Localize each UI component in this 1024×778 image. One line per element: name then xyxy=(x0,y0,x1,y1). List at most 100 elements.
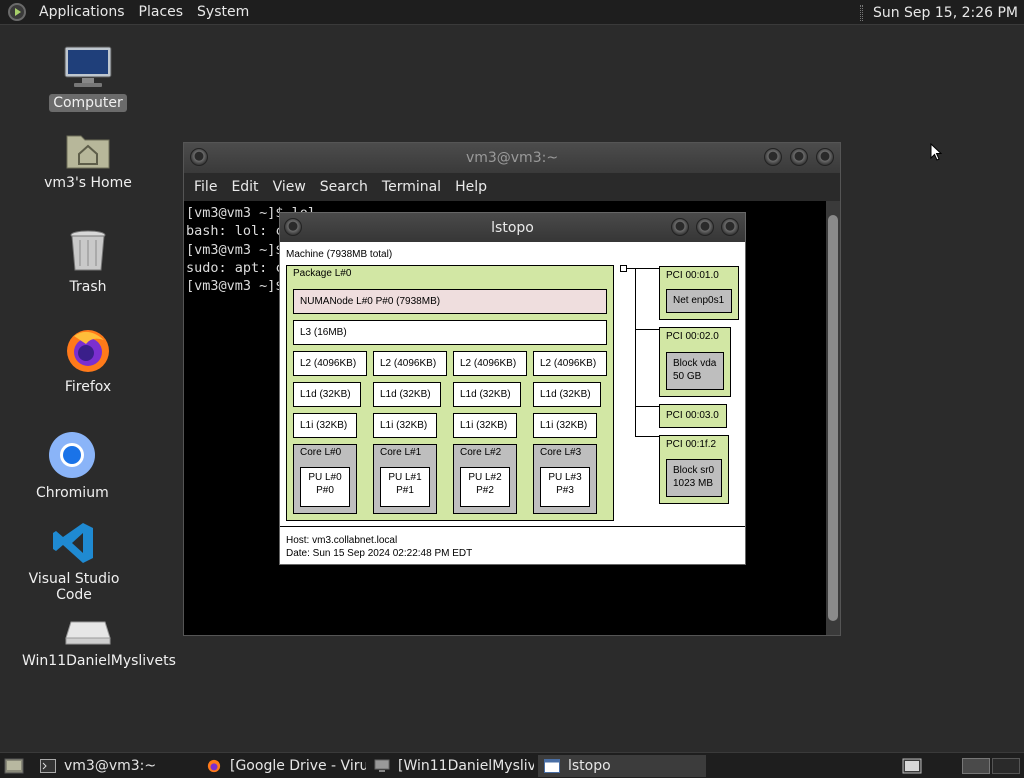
menu-file[interactable]: File xyxy=(187,179,224,195)
desktop-icon-chromium[interactable]: Chromium xyxy=(32,430,112,502)
applications-menu[interactable]: Applications xyxy=(32,4,132,20)
minimize-button[interactable] xyxy=(671,218,689,236)
l2-label: L2 (4096KB) xyxy=(380,358,437,369)
l2-cache-box: L2 (4096KB) xyxy=(373,351,447,376)
menu-help[interactable]: Help xyxy=(448,179,494,195)
close-button[interactable] xyxy=(816,148,834,166)
desktop-icon-home[interactable]: vm3's Home xyxy=(40,128,136,192)
terminal-scrollbar[interactable] xyxy=(826,201,840,635)
lstopo-titlebar[interactable]: lstopo xyxy=(280,213,745,242)
chromium-icon xyxy=(49,432,95,478)
minimize-button[interactable] xyxy=(764,148,782,166)
terminal-icon xyxy=(40,759,56,773)
panel-separator[interactable] xyxy=(859,4,863,21)
desktop-icon-drive[interactable]: Win11DanielMyslivets xyxy=(18,618,176,670)
connector-line xyxy=(627,268,635,269)
places-menu[interactable]: Places xyxy=(132,4,191,20)
connector-line xyxy=(635,268,659,269)
lstopo-window[interactable]: lstopo Machine (7938MB total) Package L#… xyxy=(279,212,746,565)
workspace-1[interactable] xyxy=(962,758,990,774)
menu-edit[interactable]: Edit xyxy=(224,179,265,195)
device-label: Block vda xyxy=(673,358,717,369)
l1d-cache-box: L1d (32KB) xyxy=(533,382,601,407)
task-vm[interactable]: [Win11DanielMysliv... xyxy=(368,755,534,777)
net-device-box: Net enp0s1 xyxy=(666,289,732,313)
host-info: Host: vm3.collabnet.local Date: Sun 15 S… xyxy=(286,534,472,560)
connector-line xyxy=(635,329,659,330)
l1d-cache-box: L1d (32KB) xyxy=(453,382,521,407)
system-menu[interactable]: System xyxy=(190,4,256,20)
clock[interactable]: Sun Sep 15, 2:26 PM xyxy=(873,5,1018,21)
l1d-label: L1d (32KB) xyxy=(380,389,431,400)
block-device-box: Block sr0 1023 MB xyxy=(666,459,722,497)
device-label: Block sr0 xyxy=(673,465,715,476)
pu-p-label: P#0 xyxy=(316,485,334,496)
vscode-icon xyxy=(53,523,93,563)
maximize-button[interactable] xyxy=(696,218,714,236)
bottom-taskbar: vm3@vm3:~ [Google Drive - Viru... [Win11… xyxy=(0,752,1024,778)
l2-label: L2 (4096KB) xyxy=(300,358,357,369)
l1i-label: L1i (32KB) xyxy=(300,420,348,431)
desktop-icon-trash[interactable]: Trash xyxy=(48,228,128,296)
l1d-label: L1d (32KB) xyxy=(460,389,511,400)
menu-view[interactable]: View xyxy=(266,179,313,195)
maximize-button[interactable] xyxy=(790,148,808,166)
desktop-icon-computer[interactable]: Computer xyxy=(48,44,128,112)
pu-box: PU L#2 P#2 xyxy=(460,467,510,507)
desktop-icon-firefox[interactable]: Firefox xyxy=(48,326,128,396)
footer-divider xyxy=(280,526,745,527)
firefox-icon xyxy=(67,330,109,372)
l2-label: L2 (4096KB) xyxy=(460,358,517,369)
l1i-label: L1i (32KB) xyxy=(540,420,588,431)
distro-logo-icon[interactable] xyxy=(8,3,26,21)
home-folder-icon xyxy=(66,135,110,169)
drive-icon xyxy=(65,621,111,645)
l1i-cache-box: L1i (32KB) xyxy=(533,413,597,438)
task-lstopo[interactable]: lstopo xyxy=(538,755,706,777)
topology-view: Machine (7938MB total) Package L#0 NUMAN… xyxy=(280,242,745,564)
connector-line xyxy=(635,436,659,437)
connector-line xyxy=(635,268,636,436)
pci-label: PCI 00:01.0 xyxy=(666,270,719,281)
workspace-2[interactable] xyxy=(992,758,1020,774)
pu-p-label: P#2 xyxy=(476,485,494,496)
machine-label: Machine (7938MB total) xyxy=(286,249,393,260)
numa-node-box: NUMANode L#0 P#0 (7938MB) xyxy=(293,289,607,314)
pu-box: PU L#3 P#3 xyxy=(540,467,590,507)
host-label: Host: vm3.collabnet.local xyxy=(286,535,398,546)
core-label: Core L#0 xyxy=(300,447,342,458)
menu-search[interactable]: Search xyxy=(313,179,375,195)
task-firefox[interactable]: [Google Drive - Viru... xyxy=(200,755,366,777)
menu-terminal[interactable]: Terminal xyxy=(375,179,448,195)
pci-box: PCI 00:03.0 xyxy=(659,404,727,428)
task-label: lstopo xyxy=(568,758,611,774)
firefox-icon xyxy=(207,759,221,773)
desktop-icon-label: Computer xyxy=(49,94,127,112)
l1i-label: L1i (32KB) xyxy=(460,420,508,431)
close-button[interactable] xyxy=(721,218,739,236)
task-terminal[interactable]: vm3@vm3:~ xyxy=(34,755,196,777)
l1i-cache-box: L1i (32KB) xyxy=(293,413,357,438)
monitor-icon xyxy=(64,46,112,87)
pu-p-label: P#3 xyxy=(556,485,574,496)
mouse-cursor-icon xyxy=(930,143,943,161)
desktop-icon-vscode[interactable]: Visual Studio Code xyxy=(14,520,134,604)
terminal-titlebar[interactable]: vm3@vm3:~ xyxy=(184,143,840,173)
vm-icon xyxy=(374,759,390,772)
scrollbar-thumb[interactable] xyxy=(828,215,838,621)
numa-label: NUMANode L#0 P#0 (7938MB) xyxy=(300,296,441,307)
l1d-cache-box: L1d (32KB) xyxy=(293,382,361,407)
desktop-icon-label: Win11DanielMyslivets xyxy=(22,653,176,669)
task-label: vm3@vm3:~ xyxy=(64,758,157,774)
pci-label: PCI 00:1f.2 xyxy=(666,439,717,450)
l1i-cache-box: L1i (32KB) xyxy=(453,413,517,438)
date-label: Date: Sun 15 Sep 2024 02:22:48 PM EDT xyxy=(286,548,473,559)
desktop-icon-label: Trash xyxy=(69,279,107,295)
workspace-pager[interactable] xyxy=(962,758,1020,774)
block-device-box: Block vda 50 GB xyxy=(666,352,724,390)
package-label: Package L#0 xyxy=(293,268,352,279)
pu-p-label: P#1 xyxy=(396,485,414,496)
workspace-switcher-icon[interactable] xyxy=(902,758,922,774)
pu-label: PU L#1 xyxy=(388,472,422,483)
show-desktop-icon[interactable] xyxy=(4,757,24,775)
